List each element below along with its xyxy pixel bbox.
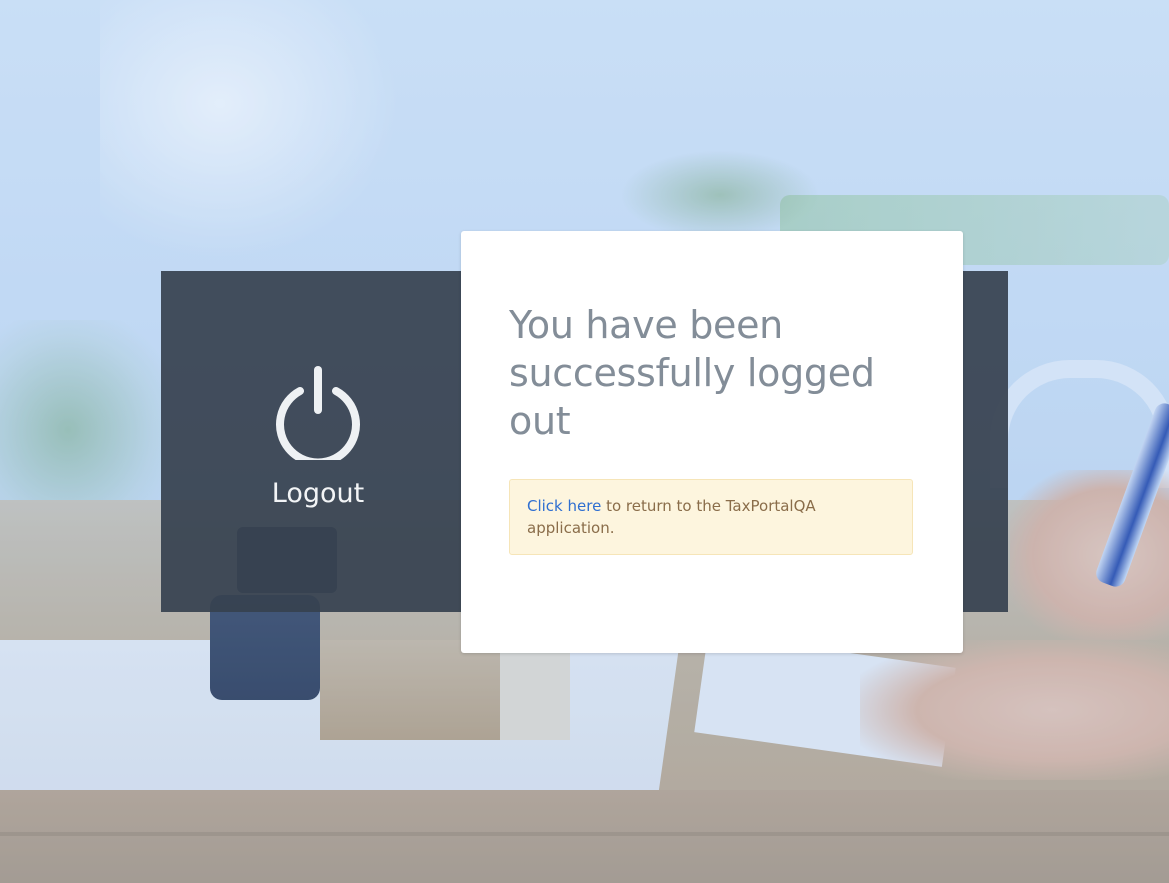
logout-page: Logout You have been successfully logged… — [0, 0, 1169, 883]
page-title: You have been successfully logged out — [509, 303, 875, 443]
logout-card: You have been successfully logged out Cl… — [461, 231, 963, 653]
logout-label: Logout — [271, 478, 365, 509]
return-alert: Click here to return to the TaxPortalQA … — [509, 479, 913, 555]
return-link[interactable]: Click here — [527, 497, 601, 515]
power-icon — [276, 366, 360, 460]
